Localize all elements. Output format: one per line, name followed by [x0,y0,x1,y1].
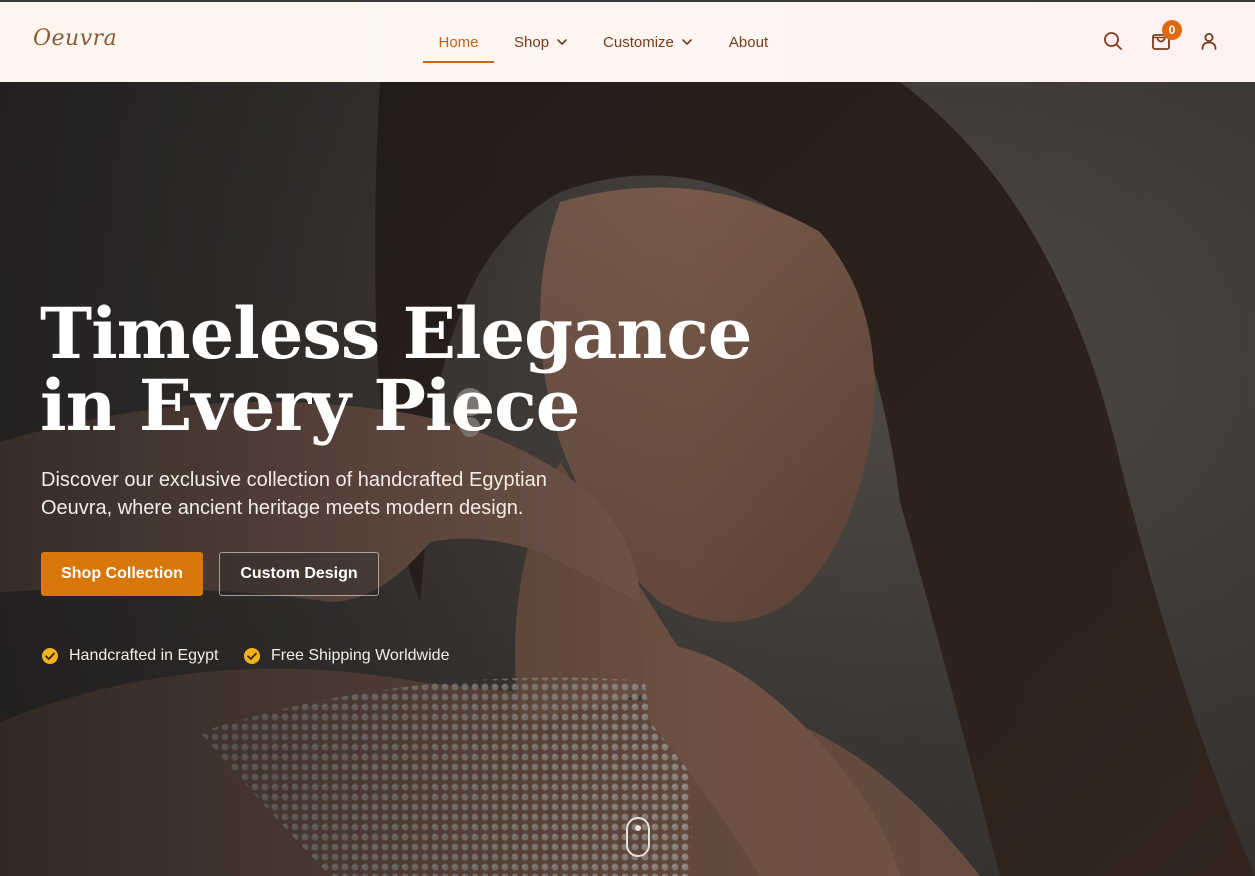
feature-label: Handcrafted in Egypt [69,647,219,664]
nav-home-label: Home [438,33,479,51]
cart-count-badge: 0 [1162,20,1182,40]
custom-design-button[interactable]: Custom Design [219,552,379,596]
nav-customize-label: Customize [603,33,674,51]
nav-customize[interactable]: Customize [603,2,693,82]
hero-subtitle-line-1: Discover our exclusive collection of han… [41,469,547,491]
main-nav: Home Shop Customize About [423,2,768,82]
nav-shop[interactable]: Shop [514,2,568,82]
check-circle-icon [244,648,260,664]
site-header: Oeuvra Home Shop Customize About 0 [0,2,1255,82]
hero-title-line-1: Timeless Elegance [40,292,752,375]
feature-free-shipping: Free Shipping Worldwide [243,647,449,665]
shop-collection-button[interactable]: Shop Collection [41,552,203,596]
nav-home[interactable]: Home [423,2,494,82]
feature-label: Free Shipping Worldwide [271,647,450,664]
hero-title: Timeless Elegance in Every Piece [40,298,752,442]
nav-about-label: About [728,33,769,51]
brand-logo[interactable]: Oeuvra [33,26,117,51]
hero-section: Timeless Elegance in Every Piece Discove… [0,82,1255,876]
feature-handcrafted: Handcrafted in Egypt [41,647,218,665]
hero-subtitle-line-2: Oeuvra, where ancient heritage meets mod… [41,497,524,519]
nav-shop-label: Shop [514,33,550,51]
search-icon[interactable] [1102,30,1124,52]
chevron-down-icon [682,39,692,45]
scroll-down-indicator[interactable] [626,817,650,857]
user-icon[interactable] [1198,30,1220,52]
check-circle-icon [42,648,58,664]
hero-subtitle: Discover our exclusive collection of han… [41,466,601,522]
chevron-down-icon [557,39,567,45]
scroll-wheel-dot [635,825,641,831]
nav-about[interactable]: About [729,2,768,82]
hero-title-line-2: in Every Piece [40,364,580,447]
active-underline [423,61,494,63]
